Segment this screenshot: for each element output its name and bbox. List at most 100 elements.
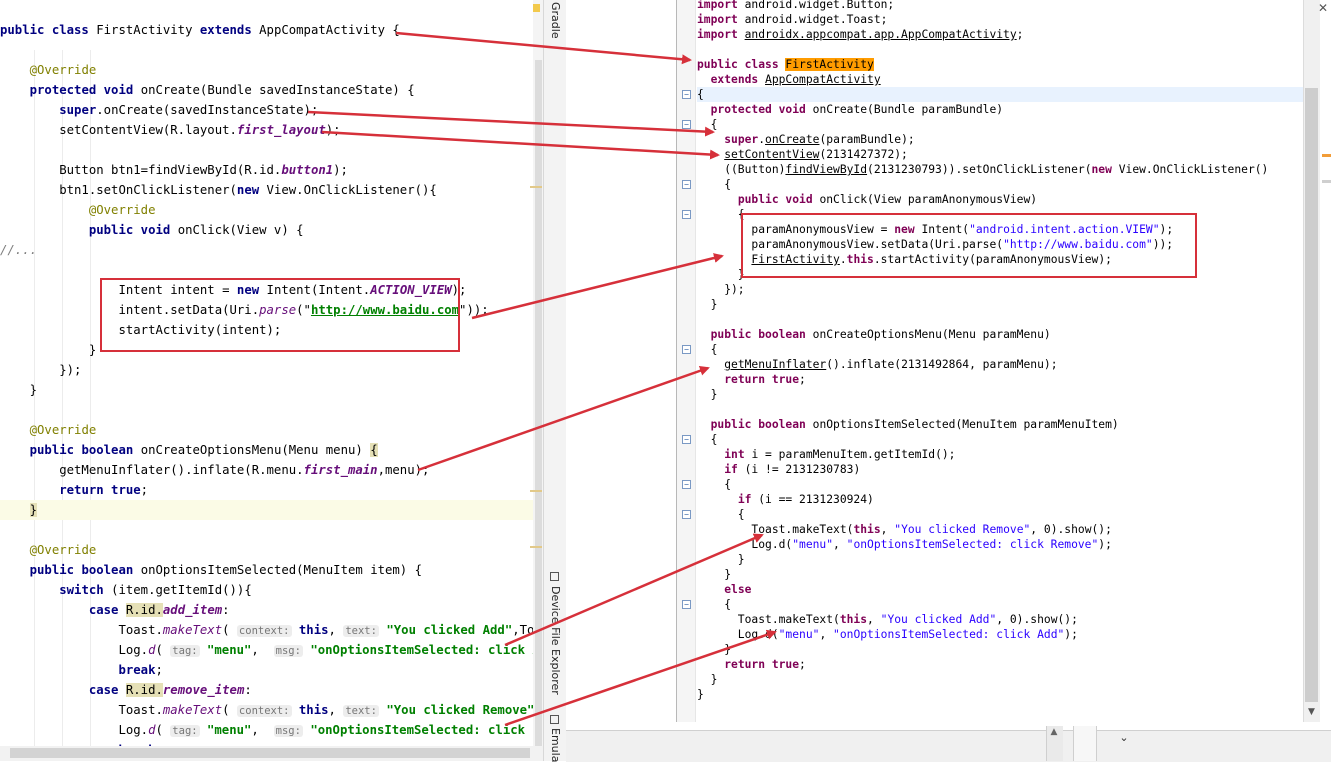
code-token: first_main bbox=[303, 463, 378, 477]
inspection-status-icon[interactable] bbox=[533, 4, 540, 12]
occurrence-marker[interactable] bbox=[1322, 154, 1331, 157]
decompiled-line[interactable]: if (i == 2131230924) bbox=[697, 492, 874, 507]
decompiled-line[interactable]: import android.widget.Button; bbox=[697, 0, 894, 12]
source-line[interactable]: //... bbox=[0, 240, 543, 260]
decompiled-line[interactable]: } bbox=[697, 642, 731, 657]
source-line[interactable]: public boolean onOptionsItemSelected(Men… bbox=[0, 560, 543, 580]
decompiled-line[interactable]: { bbox=[697, 117, 718, 132]
decompiled-line[interactable]: { bbox=[697, 432, 718, 447]
fold-toggle-icon[interactable]: − bbox=[682, 120, 691, 129]
chevron-down-icon[interactable]: ⌄ bbox=[1114, 731, 1134, 747]
fold-toggle-icon[interactable]: − bbox=[682, 600, 691, 609]
decompiled-line[interactable]: import androidx.appcompat.app.AppCompatA… bbox=[697, 27, 1023, 42]
decompiled-code-pane[interactable]: import android.widget.Button; import andr… bbox=[676, 0, 1321, 722]
source-line[interactable]: Button btn1=findViewById(R.id.button1); bbox=[0, 160, 543, 180]
decompiled-line[interactable]: getMenuInflater().inflate(2131492864, pa… bbox=[697, 357, 1057, 372]
source-line[interactable]: @Override bbox=[0, 200, 543, 220]
decompiled-line[interactable]: } bbox=[697, 552, 745, 567]
source-line[interactable]: public void onClick(View v) { bbox=[0, 220, 543, 240]
decompiled-line[interactable]: } bbox=[697, 387, 718, 402]
decompiled-line[interactable]: else bbox=[697, 582, 751, 597]
code-token: ; bbox=[799, 658, 806, 671]
source-line[interactable]: @Override bbox=[0, 420, 543, 440]
source-editor-pane[interactable]: public class FirstActivity extends AppCo… bbox=[0, 0, 543, 761]
source-line[interactable]: @Override bbox=[0, 60, 543, 80]
fold-toggle-icon[interactable]: − bbox=[682, 480, 691, 489]
decompiled-line[interactable]: { bbox=[697, 87, 1307, 102]
editor-horizontal-scrollbar-thumb[interactable] bbox=[10, 748, 530, 758]
decompiled-line[interactable]: public class FirstActivity bbox=[697, 57, 874, 72]
warning-stripe[interactable] bbox=[530, 546, 542, 548]
source-line[interactable]: setContentView(R.layout.first_layout); bbox=[0, 120, 543, 140]
decompiled-line[interactable]: extends AppCompatActivity bbox=[697, 72, 881, 87]
decompiled-line[interactable]: { bbox=[697, 477, 731, 492]
warning-stripe[interactable] bbox=[530, 186, 542, 188]
gradle-tab[interactable]: Gradle bbox=[544, 2, 566, 42]
source-line[interactable]: return true; bbox=[0, 480, 543, 500]
source-line[interactable]: case R.id.add_item: bbox=[0, 600, 543, 620]
source-line[interactable]: switch (item.getItemId()){ bbox=[0, 580, 543, 600]
source-line[interactable]: @Override bbox=[0, 540, 543, 560]
editor-scrollbar-thumb[interactable] bbox=[535, 60, 542, 750]
decompiled-line[interactable]: { bbox=[697, 507, 745, 522]
decompiled-line[interactable]: return true; bbox=[697, 657, 806, 672]
source-line[interactable]: Log.d( tag: "menu", msg: "onOptionsItemS… bbox=[0, 640, 543, 660]
scroll-down-arrow-icon[interactable]: ▼ bbox=[1303, 704, 1320, 721]
decompiled-line[interactable]: return true; bbox=[697, 372, 806, 387]
decompiled-line[interactable]: Log.d("menu", "onOptionsItemSelected: cl… bbox=[697, 627, 1078, 642]
decompiled-line[interactable]: } bbox=[697, 672, 718, 687]
device-file-explorer-tab[interactable]: Device File Explorer bbox=[544, 586, 566, 706]
fold-toggle-icon[interactable]: − bbox=[682, 435, 691, 444]
decompiled-line[interactable]: super.onCreate(paramBundle); bbox=[697, 132, 914, 147]
decompiled-line[interactable]: { bbox=[697, 597, 731, 612]
decompiled-line[interactable]: } bbox=[697, 267, 745, 282]
decompiled-line[interactable]: protected void onCreate(Bundle paramBund… bbox=[697, 102, 1003, 117]
decompiled-line[interactable]: { bbox=[697, 177, 731, 192]
fold-toggle-icon[interactable]: − bbox=[682, 210, 691, 219]
scroll-up-arrow-icon[interactable]: ▲ bbox=[1046, 727, 1062, 741]
decompiled-line[interactable]: { bbox=[697, 207, 745, 222]
decompiled-line[interactable]: public void onClick(View paramAnonymousV… bbox=[697, 192, 1037, 207]
fold-toggle-icon[interactable]: − bbox=[682, 510, 691, 519]
source-line[interactable]: public class FirstActivity extends AppCo… bbox=[0, 20, 543, 40]
source-line[interactable]: btn1.setOnClickListener(new View.OnClick… bbox=[0, 180, 543, 200]
decompiled-line[interactable]: import android.widget.Toast; bbox=[697, 12, 887, 27]
decompiled-line[interactable]: } bbox=[697, 687, 704, 702]
source-line[interactable]: break; bbox=[0, 660, 543, 680]
decompiled-line[interactable]: int i = paramMenuItem.getItemId(); bbox=[697, 447, 955, 462]
decompiled-line[interactable]: } bbox=[697, 567, 731, 582]
emulator-tab[interactable]: Emula bbox=[544, 728, 566, 762]
occurrence-marker[interactable] bbox=[1322, 180, 1331, 183]
source-line[interactable]: case R.id.remove_item: bbox=[0, 680, 543, 700]
decompiled-line[interactable]: { bbox=[697, 342, 718, 357]
close-icon[interactable]: ✕ bbox=[1318, 2, 1330, 14]
decompiled-line[interactable]: ((Button)findViewById(2131230793)).setOn… bbox=[697, 162, 1268, 177]
fold-toggle-icon[interactable]: − bbox=[682, 90, 691, 99]
source-line[interactable]: Toast.makeText( context: this, text: "Yo… bbox=[0, 620, 543, 640]
source-line[interactable]: } bbox=[0, 380, 543, 400]
source-line[interactable]: public boolean onCreateOptionsMenu(Menu … bbox=[0, 440, 543, 460]
source-line[interactable]: super.onCreate(savedInstanceState); bbox=[0, 100, 543, 120]
decompiled-line[interactable]: public boolean onOptionsItemSelected(Men… bbox=[697, 417, 1119, 432]
decompiled-line[interactable]: }); bbox=[697, 282, 744, 297]
source-line[interactable]: protected void onCreate(Bundle savedInst… bbox=[0, 80, 543, 100]
code-token: "You clicked Add" bbox=[386, 623, 513, 637]
warning-stripe[interactable] bbox=[530, 490, 542, 492]
decompiled-scrollbar-thumb[interactable] bbox=[1305, 88, 1318, 702]
source-line[interactable]: Log.d( tag: "menu", msg: "onOptionsItemS… bbox=[0, 720, 543, 740]
fold-toggle-icon[interactable]: − bbox=[682, 345, 691, 354]
decompiled-line[interactable]: } bbox=[697, 297, 718, 312]
decompiled-line[interactable]: setContentView(2131427372); bbox=[697, 147, 908, 162]
decompiled-line[interactable]: if (i != 2131230783) bbox=[697, 462, 860, 477]
source-line[interactable]: getMenuInflater().inflate(R.menu.first_m… bbox=[0, 460, 543, 480]
decompiled-line[interactable]: Toast.makeText(this, "You clicked Add", … bbox=[697, 612, 1078, 627]
source-line[interactable]: Toast.makeText( context: this, text: "Yo… bbox=[0, 700, 543, 720]
code-token: protected void bbox=[710, 103, 813, 116]
decompiled-line[interactable]: Toast.makeText(this, "You clicked Remove… bbox=[697, 522, 1112, 537]
decompiled-line[interactable]: Log.d("menu", "onOptionsItemSelected: cl… bbox=[697, 537, 1112, 552]
source-line[interactable]: }); bbox=[0, 360, 543, 380]
fold-toggle-icon[interactable]: − bbox=[682, 180, 691, 189]
source-line[interactable]: } bbox=[0, 500, 543, 520]
decompiled-line[interactable]: public boolean onCreateOptionsMenu(Menu … bbox=[697, 327, 1051, 342]
